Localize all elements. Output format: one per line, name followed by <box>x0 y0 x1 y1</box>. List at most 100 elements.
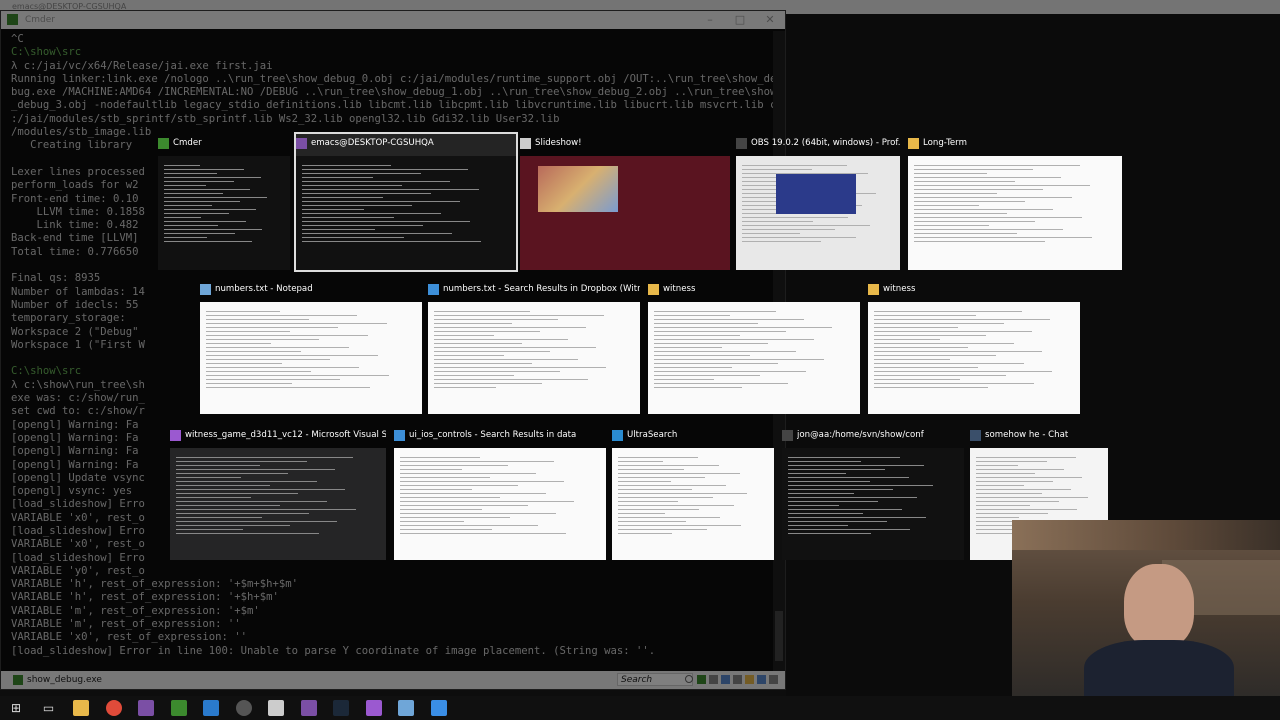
switcher-window-title: Cmder <box>173 138 202 148</box>
switcher-window-caption: somehow he - Chat <box>970 426 1108 444</box>
slide-image <box>538 166 618 212</box>
cmder-icon[interactable] <box>170 700 187 716</box>
switcher-window-12[interactable]: jon@aa:/home/svn/show/conf <box>782 426 964 560</box>
switcher-window-title: numbers.txt - Notepad <box>215 284 313 294</box>
ultrasearch-icon <box>612 429 623 441</box>
steam-icon[interactable] <box>333 700 349 716</box>
chrome-icon[interactable] <box>105 700 122 716</box>
switcher-window-title: ui_ios_controls - Search Results in data <box>409 430 577 440</box>
switcher-window-caption: emacs@DESKTOP-CGSUHQA <box>296 134 516 152</box>
preview-content <box>914 162 1116 245</box>
switcher-window-caption: OBS 19.0.2 (64bit, windows) - Prof... <box>736 134 900 152</box>
switcher-window-0[interactable]: Cmder <box>158 134 290 270</box>
switcher-window-7[interactable]: witness <box>648 280 860 414</box>
switcher-window-4[interactable]: Long-Term <box>908 134 1122 270</box>
switcher-window-caption: Long-Term <box>908 134 1122 152</box>
emacs-icon[interactable] <box>300 700 317 716</box>
switcher-window-preview <box>612 448 774 560</box>
steam-icon <box>970 429 981 441</box>
preview-content <box>788 454 958 537</box>
terminal-icon <box>782 429 793 441</box>
switcher-window-title: somehow he - Chat <box>985 430 1069 440</box>
file-explorer-icon[interactable] <box>73 700 89 716</box>
windows-start-icon[interactable]: ⊞ <box>8 700 24 716</box>
visual-studio-code-icon[interactable] <box>203 700 219 716</box>
obs-icon <box>736 137 747 149</box>
taskbar: ⊞ ▭ <box>0 696 1280 720</box>
folder-icon <box>648 283 659 295</box>
switcher-window-preview <box>736 156 900 270</box>
preview-content <box>176 454 380 537</box>
app-icon[interactable] <box>430 700 447 716</box>
switcher-window-3[interactable]: OBS 19.0.2 (64bit, windows) - Prof... <box>736 134 900 270</box>
switcher-window-6[interactable]: numbers.txt - Search Results in Dropbox … <box>428 280 640 414</box>
search-results-icon <box>428 283 439 295</box>
emacs-icon[interactable] <box>138 700 154 716</box>
preview-content <box>434 308 634 391</box>
switcher-window-preview <box>170 448 386 560</box>
switcher-window-9[interactable]: witness_game_d3d11_vc12 - Microsoft Visu… <box>170 426 386 560</box>
switcher-window-title: UltraSearch <box>627 430 678 440</box>
switcher-window-preview <box>428 302 640 414</box>
visual-studio-icon[interactable] <box>365 700 382 716</box>
visual-studio-icon <box>170 429 181 441</box>
switcher-window-preview <box>868 302 1080 414</box>
slideshow-icon <box>520 137 531 149</box>
folder-icon <box>868 283 879 295</box>
switcher-window-title: witness <box>663 284 696 294</box>
switcher-window-title: emacs@DESKTOP-CGSUHQA <box>311 138 434 148</box>
switcher-window-11[interactable]: UltraSearch <box>612 426 774 560</box>
switcher-window-preview <box>648 302 860 414</box>
switcher-window-caption: Slideshow! <box>520 134 730 152</box>
webcam-person-body <box>1084 640 1234 704</box>
search-results-icon <box>394 429 405 441</box>
switcher-window-preview <box>200 302 422 414</box>
notepad-icon <box>200 283 211 295</box>
switcher-window-title: numbers.txt - Search Results in Dropbox … <box>443 284 640 294</box>
switcher-window-title: witness <box>883 284 916 294</box>
switcher-window-caption: witness <box>868 280 1080 298</box>
switcher-window-title: witness_game_d3d11_vc12 - Microsoft Visu… <box>185 430 386 440</box>
folder-icon <box>908 137 919 149</box>
switcher-window-title: Slideshow! <box>535 138 582 148</box>
preview-content <box>164 162 284 245</box>
webcam-feed <box>1012 520 1280 704</box>
preview-content <box>618 454 768 537</box>
switcher-window-preview <box>296 156 516 270</box>
slideshow-icon[interactable] <box>268 700 284 716</box>
obs-icon[interactable] <box>235 700 252 716</box>
preview-content <box>400 454 600 537</box>
switcher-window-1[interactable]: emacs@DESKTOP-CGSUHQA <box>294 132 518 272</box>
switcher-window-caption: Cmder <box>158 134 290 152</box>
emacs-icon <box>296 137 307 149</box>
switcher-window-caption: witness <box>648 280 860 298</box>
obs-preview-scene <box>776 174 856 214</box>
preview-content <box>206 308 416 391</box>
task-view-icon[interactable]: ▭ <box>41 700 57 716</box>
switcher-window-preview <box>908 156 1122 270</box>
switcher-window-2[interactable]: Slideshow! <box>520 134 730 270</box>
switcher-window-5[interactable]: numbers.txt - Notepad <box>200 280 422 414</box>
switcher-window-title: OBS 19.0.2 (64bit, windows) - Prof... <box>751 138 900 148</box>
preview-content <box>654 308 854 391</box>
switcher-window-preview <box>520 156 730 270</box>
switcher-window-preview <box>158 156 290 270</box>
switcher-window-caption: witness_game_d3d11_vc12 - Microsoft Visu… <box>170 426 386 444</box>
switcher-window-8[interactable]: witness <box>868 280 1080 414</box>
preview-content <box>302 162 510 245</box>
switcher-window-caption: numbers.txt - Notepad <box>200 280 422 298</box>
switcher-window-preview <box>782 448 964 560</box>
switcher-window-title: jon@aa:/home/svn/show/conf <box>797 430 924 440</box>
webcam-person-face <box>1124 564 1194 648</box>
switcher-window-title: Long-Term <box>923 138 967 148</box>
switcher-window-caption: ui_ios_controls - Search Results in data <box>394 426 606 444</box>
switcher-window-10[interactable]: ui_ios_controls - Search Results in data <box>394 426 606 560</box>
cmder-icon <box>158 137 169 149</box>
webcam-shelf <box>1012 520 1280 550</box>
switcher-window-caption: jon@aa:/home/svn/show/conf <box>782 426 964 444</box>
notepad-icon[interactable] <box>398 700 414 716</box>
switcher-window-preview <box>394 448 606 560</box>
switcher-window-caption: numbers.txt - Search Results in Dropbox … <box>428 280 640 298</box>
preview-content <box>874 308 1074 391</box>
switcher-window-caption: UltraSearch <box>612 426 774 444</box>
